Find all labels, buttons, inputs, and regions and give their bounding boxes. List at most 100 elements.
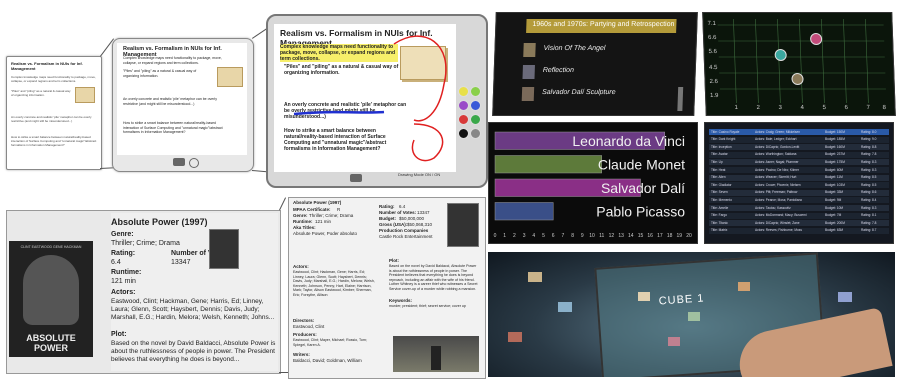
- slide-medium-bullet: An overly concrete and realistic 'pile' …: [123, 97, 217, 106]
- movie-poster: CLINT EASTWOOD GENE HACKMAN ABSOLUTE POW…: [9, 241, 93, 357]
- poster-actor-names: CLINT EASTWOOD GENE HACKMAN: [20, 245, 82, 249]
- footer-camera-icon[interactable]: [350, 174, 362, 182]
- ink-annotations: [293, 35, 447, 162]
- x-tick: 2: [756, 105, 760, 111]
- slide-thumbnail[interactable]: Realism vs. Formalism in NUIs for Inf. M…: [6, 56, 102, 170]
- timeline-item[interactable]: Vision Of The Angel: [523, 43, 643, 57]
- slide-large-frame: Realism vs. Formalism in NUIs for Inf. M…: [266, 14, 488, 188]
- table-cell: Rating: 8.6: [861, 190, 877, 195]
- movie-card[interactable]: CLINT EASTWOOD GENE HACKMAN ABSOLUTE POW…: [6, 210, 281, 374]
- table-row[interactable]: Title: Inception Actors: DiCaprio; Gordon…: [709, 144, 889, 151]
- scatter-point[interactable]: [774, 49, 787, 61]
- color-swatch-purple[interactable]: [458, 100, 469, 111]
- actors-label: Actors:: [111, 289, 136, 296]
- movie-detail-page[interactable]: Absolute Power (1997) MPAA Certificate: …: [288, 197, 486, 379]
- tabletop-tile[interactable]: [668, 337, 680, 346]
- timeline-item[interactable]: Reflection: [522, 65, 642, 79]
- video-still[interactable]: [393, 336, 479, 372]
- poster-face: [23, 255, 79, 325]
- table-cell: Budget: 7M: [825, 213, 842, 218]
- scatter-point[interactable]: [809, 33, 823, 45]
- tabletop-tile[interactable]: [528, 272, 542, 282]
- timeline-scrollbar[interactable]: [677, 87, 684, 111]
- camera-icon[interactable]: [173, 158, 185, 166]
- bar-label: Leonardo da Vinci: [572, 133, 685, 149]
- table-row[interactable]: Title: Casino Royale Actors: Craig; Green…: [709, 129, 889, 135]
- x-tick-label: 17: [657, 233, 663, 239]
- table-cell: Actors: DiCaprio; Winslet; Zane: [755, 220, 800, 225]
- timeline-item-label: Salvador Dalí Sculpture: [541, 89, 616, 96]
- color-swatch-yellow[interactable]: [458, 86, 469, 97]
- table-row[interactable]: Title: Matrix Actors: Reeves; Fishburne; …: [709, 227, 889, 234]
- x-tick: 7: [866, 105, 870, 111]
- table-row[interactable]: Title: Amelie Actors: Tautou; Kassovitz Bu…: [709, 205, 889, 211]
- table-row[interactable]: Title: Alien Actors: Weaver; Skerritt; Hu…: [709, 174, 889, 181]
- slide-thumbnail-bullet: An overly concrete and realistic 'pile' …: [11, 115, 92, 123]
- tabletop-tile[interactable]: [838, 292, 852, 302]
- bar[interactable]: [494, 202, 554, 221]
- slide-medium[interactable]: Realism vs. Formalism in NUIs for Inf. M…: [112, 38, 254, 172]
- timeline-thumb: [523, 43, 536, 57]
- scatter-screen[interactable]: 7.1 6.6 5.6 4.5 2.6 1.9 1 2 3 4 5 6 7 8: [702, 12, 896, 116]
- table-cell: Budget: 9M: [825, 197, 842, 202]
- table-row[interactable]: Title: Gladiator Actors: Crowe; Phoenix; …: [709, 182, 889, 189]
- slide-large-canvas[interactable]: Realism vs. Formalism in NUIs for Inf. M…: [274, 24, 456, 172]
- table-cell: Actors: Weaver; Skerritt; Hurt: [755, 175, 797, 180]
- y-tick: 7.1: [707, 21, 717, 27]
- timeline-screen[interactable]: 1960s and 1970s: Partying and Retrospect…: [492, 12, 698, 116]
- x-tick-label: 2: [513, 233, 516, 239]
- timeline-thumb: [521, 87, 535, 101]
- tabletop-tile[interactable]: [738, 282, 750, 291]
- tabletop-tile[interactable]: [688, 312, 700, 321]
- color-swatch-green[interactable]: [470, 114, 481, 125]
- table-row[interactable]: Title: Memento Actors: Pearce; Moss; Pant…: [709, 197, 889, 204]
- table-cell: Budget: 10M: [825, 205, 844, 210]
- table-cell: Title: Gladiator: [711, 182, 732, 187]
- table-cell: Actors: Pearce; Moss; Pantoliano: [755, 197, 803, 202]
- table-row[interactable]: Title: Up Actors: Asner; Nagai; Plummer Bu…: [709, 159, 889, 166]
- bar[interactable]: [494, 155, 602, 174]
- table-cell: Rating: 8.1: [861, 213, 877, 218]
- color-swatch-black[interactable]: [458, 128, 469, 139]
- table-cell: Title: Matrix: [711, 228, 728, 233]
- tabletop-tile[interactable]: [508, 332, 522, 342]
- detail-actors-value: Eastwood, Clint; Hackman, Gene; Harris, …: [293, 270, 375, 297]
- slide-medium-canvas[interactable]: Realism vs. Formalism in NUIs for Inf. M…: [117, 43, 247, 155]
- poster-title: ABSOLUTE POWER: [26, 333, 76, 353]
- table-cell: Title: Amelie: [711, 205, 729, 210]
- x-tick-label: 5: [542, 233, 545, 239]
- table-cell: Budget: 185M: [825, 137, 845, 142]
- color-swatch-blue[interactable]: [470, 100, 481, 111]
- table-row[interactable]: Title: Seven Actors: Pitt; Freeman; Paltr…: [709, 189, 889, 196]
- table-screen[interactable]: Title: Casino Royale Actors: Craig; Green…: [704, 122, 894, 244]
- table-cell: Rating: 8.3: [861, 205, 877, 210]
- table-row[interactable]: Title: Titanic Actors: DiCaprio; Winslet;…: [709, 220, 889, 227]
- rotate-icon[interactable]: [189, 158, 199, 168]
- scatter-grid: [717, 19, 886, 103]
- table-row[interactable]: Title: Avatar Actors: Worthington; Saldan…: [709, 151, 889, 158]
- y-tick: 6.6: [707, 35, 717, 41]
- slide-thumbnail-title: Realism vs. Formalism in NUIs for Inf. M…: [11, 61, 83, 71]
- scatter-point[interactable]: [791, 73, 804, 85]
- tabletop-tile[interactable]: [638, 292, 650, 301]
- color-swatch-lime[interactable]: [470, 86, 481, 97]
- table-cell: Budget: 60M: [825, 167, 844, 172]
- bar-label: Pablo Picasso: [596, 203, 685, 219]
- slide-medium-bullet: How to strike a smart balance between na…: [123, 121, 223, 134]
- table-cell: Actors: DiCaprio; Gordon-Levitt: [755, 144, 800, 149]
- table-cell: Budget: 175M: [825, 159, 845, 164]
- x-tick: 5: [822, 105, 826, 111]
- color-swatch-gray[interactable]: [470, 128, 481, 139]
- plot-label: Plot:: [111, 331, 127, 338]
- detail-directors-value: Eastwood, Clint: [293, 324, 325, 329]
- table-row[interactable]: Title: Heat Actors: Pacino; De Niro; Kilm…: [709, 167, 889, 173]
- table-row[interactable]: Title: Fargo Actors: McDormand; Macy; Bus…: [709, 212, 889, 219]
- table-cell: Title: Up: [711, 159, 723, 164]
- bar-chart-screen[interactable]: Leonardo da Vinci Claude Monet Salvador Da…: [488, 122, 698, 244]
- table-cell: Actors: Pacino; De Niro; Kilmer: [755, 167, 799, 172]
- color-swatch-red[interactable]: [458, 114, 469, 125]
- table-cell: Actors: Bale; Ledger; Eckhart: [755, 137, 797, 142]
- table-row[interactable]: Title: Dark Knight Actors: Bale; Ledger; …: [709, 136, 889, 143]
- timeline-item[interactable]: Salvador Dalí Sculpture: [521, 87, 652, 101]
- tabletop-tile[interactable]: [558, 302, 572, 312]
